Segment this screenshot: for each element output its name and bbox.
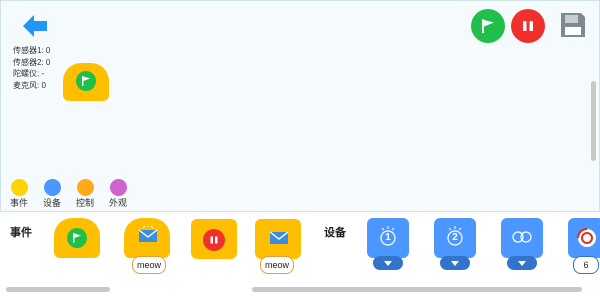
stop-button[interactable]: [511, 9, 545, 43]
category-label: 事件: [9, 198, 28, 208]
green-flag-button[interactable]: [471, 9, 505, 43]
stop-icon: [203, 229, 225, 251]
category-looks[interactable]: 外观: [103, 179, 133, 209]
mic-readout: 麦克风: 0: [13, 80, 46, 90]
broadcast-message-field[interactable]: meow: [260, 256, 294, 274]
dual-sensor-icon: [511, 227, 533, 247]
category-events[interactable]: 事件: [4, 179, 34, 209]
green-flag-icon: [482, 19, 494, 33]
looks-category-icon: [109, 179, 127, 196]
sensor-number-label: 2: [452, 232, 458, 243]
when-i-receive-block[interactable]: [124, 218, 170, 258]
palette-category-scrollbar[interactable]: [6, 287, 110, 292]
workspace-when-flag-clicked-block[interactable]: [63, 63, 109, 101]
green-flag-icon: [76, 71, 96, 91]
motor-block[interactable]: [568, 218, 600, 258]
device-block-2[interactable]: 2: [434, 218, 476, 258]
floppy-disk-icon[interactable]: [559, 11, 587, 39]
devices-category-icon: [43, 179, 61, 196]
stop-all-block[interactable]: [191, 219, 237, 259]
back-arrow-icon[interactable]: [21, 13, 49, 39]
sensor-number-label: 1: [385, 232, 391, 243]
motor-value-field[interactable]: 6: [573, 256, 599, 274]
category-label: 设备: [42, 198, 61, 208]
device-1-dropdown[interactable]: [373, 256, 403, 270]
sensor-readouts: 传感器1: 0 传感器2: 0 陀螺仪: - 麦克风: 0: [13, 45, 50, 91]
envelope-icon: [269, 230, 289, 246]
palette-horizontal-scrollbar[interactable]: [252, 287, 582, 292]
device-3-dropdown[interactable]: [507, 256, 537, 270]
broadcast-block[interactable]: [255, 219, 301, 259]
green-flag-icon: [67, 228, 87, 248]
envelope-icon: [137, 225, 159, 244]
gyro-readout: 陀螺仪: -: [13, 69, 45, 78]
chevron-down-icon: [518, 260, 526, 266]
category-label: 外观: [108, 198, 127, 208]
receive-message-field[interactable]: meow: [132, 256, 166, 274]
chevron-down-icon: [384, 260, 392, 266]
stage-vertical-scrollbar[interactable]: [591, 81, 596, 161]
motor-icon: [576, 227, 598, 249]
device-block-1[interactable]: 1: [367, 218, 409, 258]
category-selector: 事件 设备 控制 外观: [4, 179, 134, 213]
category-label: 控制: [75, 198, 94, 208]
device-2-dropdown[interactable]: [440, 256, 470, 270]
category-control[interactable]: 控制: [70, 179, 100, 209]
events-section-label: 事件: [10, 227, 32, 239]
device-block-3[interactable]: [501, 218, 543, 258]
stage-area[interactable]: 传感器1: 0 传感器2: 0 陀螺仪: - 麦克风: 0 事件 设备 控制 外…: [0, 0, 600, 212]
stop-icon: [523, 21, 533, 31]
when-flag-clicked-block[interactable]: [54, 218, 100, 258]
events-category-icon: [10, 179, 28, 196]
devices-section-label: 设备: [324, 227, 346, 239]
control-category-icon: [76, 179, 94, 196]
chevron-down-icon: [451, 260, 459, 266]
sensor1-readout: 传感器1: 0: [13, 46, 51, 55]
category-devices[interactable]: 设备: [37, 179, 67, 209]
sensor2-readout: 传感器2: 0: [13, 57, 51, 67]
